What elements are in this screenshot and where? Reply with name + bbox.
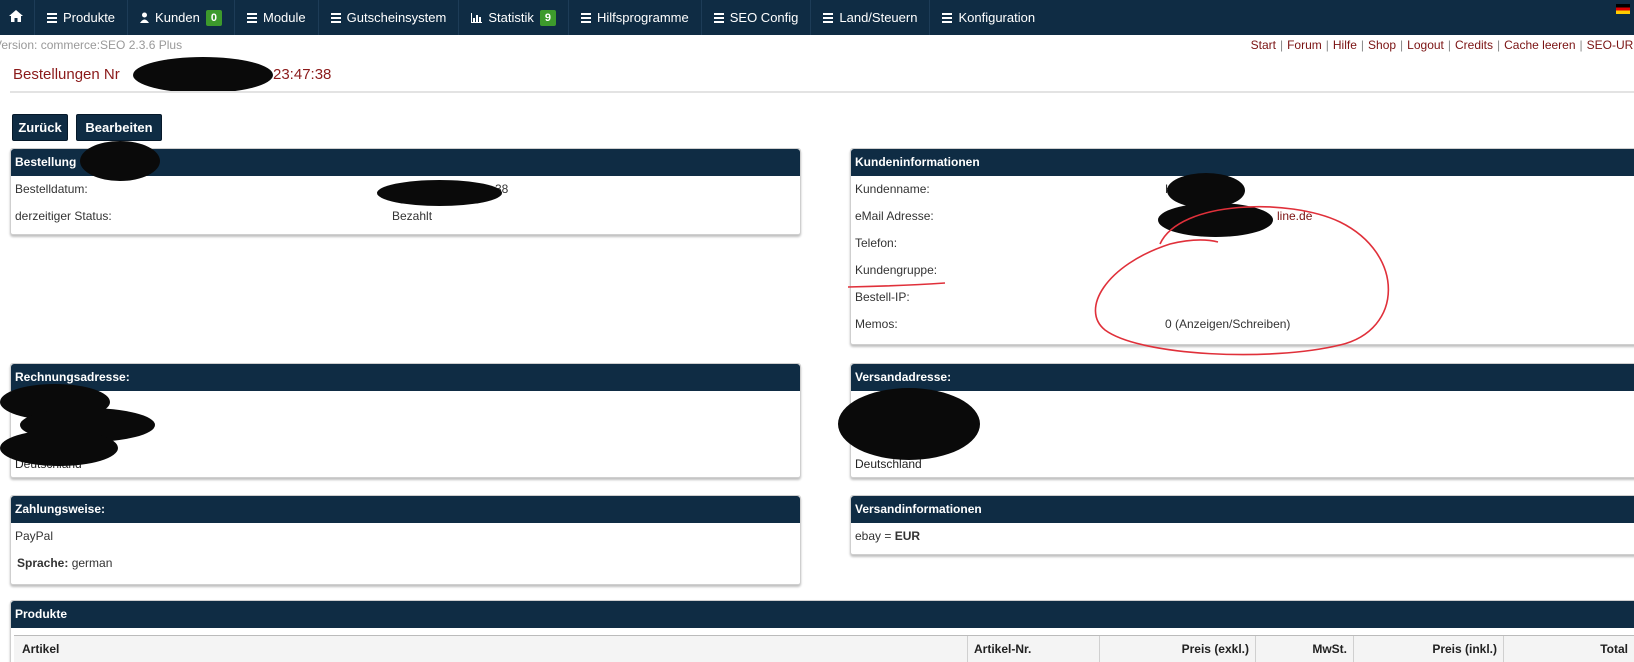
shipping-info-title: Versandinformationen [851, 496, 1634, 523]
column-artikel: Artikel [14, 636, 968, 662]
products-title: Produkte [11, 601, 1634, 628]
products-table-header: Artikel Artikel-Nr. Preis (exkl.) MwSt. … [14, 635, 1634, 662]
column-artikel-nr: Artikel-Nr. [968, 636, 1100, 662]
redaction-mark [838, 388, 980, 460]
shipping-info-panel: Versandinformationen ebay = EUR [850, 495, 1634, 555]
column-total: Total [1600, 642, 1628, 656]
payment-method: PayPal [15, 529, 54, 543]
shipping-address-title: Versandadresse: [851, 364, 1634, 391]
annotation-underline [847, 282, 946, 288]
language-value: german [71, 556, 113, 570]
column-mwst: MwSt. [1256, 636, 1354, 662]
payment-panel: Zahlungsweise: PayPal Sprache: german [10, 495, 801, 585]
annotation-circle [1094, 205, 1389, 356]
payment-title: Zahlungsweise: [11, 496, 800, 523]
shipping-info-row: ebay = EUR [851, 523, 1634, 550]
shipping-info-text: ebay = [855, 529, 895, 543]
billing-address-title: Rechnungsadresse: [11, 364, 800, 391]
redaction-mark [0, 430, 118, 466]
shipping-info-currency: EUR [894, 529, 921, 543]
column-preis-exkl: Preis (exkl.) [1100, 636, 1256, 662]
language-label: Sprache: [17, 556, 69, 570]
column-preis-inkl: Preis (inkl.) [1354, 636, 1504, 662]
language-row: Sprache: german [11, 550, 800, 577]
